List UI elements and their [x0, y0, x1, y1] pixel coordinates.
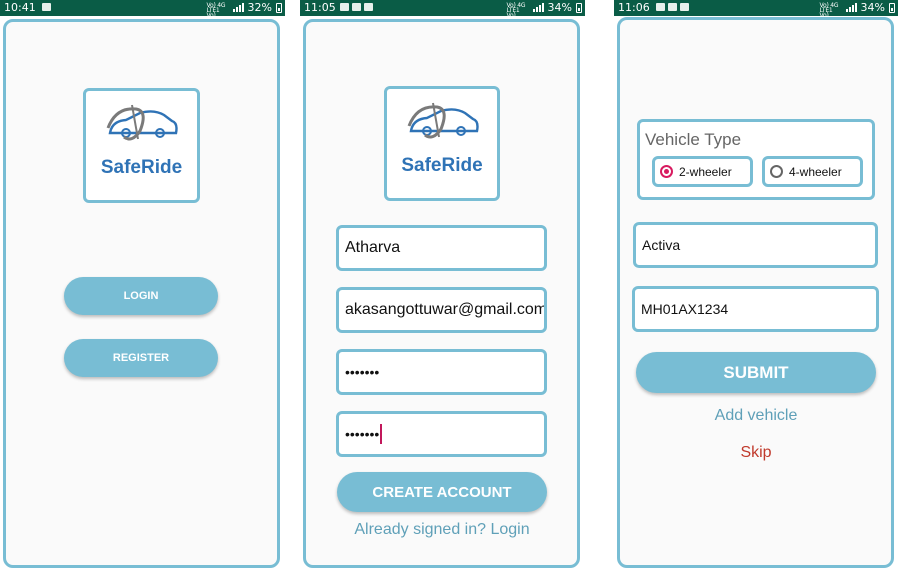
logo: SafeRide — [83, 88, 200, 203]
email-field[interactable]: akasangottuwar@gmail.com — [336, 287, 547, 333]
battery-percent: 34% — [547, 1, 572, 14]
create-account-button[interactable]: CREATE ACCOUNT — [337, 472, 547, 512]
battery-icon — [576, 2, 582, 13]
screen-welcome: 10:41 Vo) 4G LTE1 Vo) LTE2 32% SafeRide … — [0, 0, 285, 570]
status-bar: 11:06 Vo) 4G LTE1 Vo) LTE2 34% — [614, 0, 898, 23]
signal-icon — [532, 3, 544, 12]
brand-name: SafeRide — [100, 157, 183, 178]
status-time: 10:41 — [4, 1, 36, 14]
screen-register: 11:05 Vo) 4G LTE1 Vo) LTE2 34% SafeRide … — [300, 0, 585, 570]
status-right: Vo) 4G LTE1 Vo) LTE2 34% — [506, 1, 582, 23]
name-field[interactable]: Atharva — [336, 225, 547, 271]
radio-unchecked-icon — [770, 165, 783, 178]
vehicle-type-group: Vehicle Type 2-wheeler 4-wheeler — [637, 119, 875, 200]
status-time: 11:05 — [304, 1, 336, 14]
battery-icon — [276, 2, 282, 13]
message-icon — [364, 3, 373, 11]
battery-percent: 32% — [247, 1, 272, 14]
skip-link[interactable]: Skip — [716, 444, 796, 462]
battery-icon — [889, 2, 895, 13]
radio-option-4-wheeler[interactable]: 4-wheeler — [762, 156, 863, 187]
add-vehicle-link[interactable]: Add vehicle — [676, 407, 836, 425]
confirm-password-field[interactable]: ••••••• — [336, 411, 547, 457]
vehicle-type-label: Vehicle Type — [645, 130, 742, 149]
car-with-orbit-icon — [407, 102, 479, 139]
image-icon — [352, 3, 361, 11]
login-link[interactable]: Already signed in? Login — [320, 521, 564, 539]
text-cursor — [380, 424, 383, 444]
radio-option-label: 2-wheeler — [679, 164, 732, 179]
screen-vehicle: 11:06 Vo) 4G LTE1 Vo) LTE2 34% Vehicle T… — [614, 0, 898, 570]
status-bar: 10:41 Vo) 4G LTE1 Vo) LTE2 32% — [0, 0, 285, 23]
notification-icons — [656, 3, 689, 11]
battery-percent: 34% — [860, 1, 885, 14]
message-icon — [656, 3, 665, 11]
image-icon — [668, 3, 677, 11]
submit-button[interactable]: SUBMIT — [636, 352, 876, 393]
notification-icons — [340, 3, 373, 11]
signal-icon — [845, 3, 857, 12]
status-bar: 11:05 Vo) 4G LTE1 Vo) LTE2 34% — [300, 0, 585, 23]
password-field[interactable]: ••••••• — [336, 349, 547, 395]
signal-icon — [232, 3, 244, 12]
radio-option-label: 4-wheeler — [789, 164, 842, 179]
message-icon — [340, 3, 349, 11]
network-indicator: Vo) 4G LTE1 Vo) LTE2 — [506, 1, 526, 23]
login-button[interactable]: LOGIN — [64, 277, 218, 315]
logo: SafeRide — [384, 86, 500, 201]
network-indicator: Vo) 4G LTE1 Vo) LTE2 — [206, 1, 226, 23]
network-indicator: Vo) 4G LTE1 Vo) LTE2 — [819, 1, 839, 23]
register-button[interactable]: REGISTER — [64, 339, 218, 377]
notification-icons — [42, 3, 51, 11]
message-icon — [42, 3, 51, 11]
confirm-password-value: ••••••• — [345, 426, 380, 442]
status-right: Vo) 4G LTE1 Vo) LTE2 32% — [206, 1, 282, 23]
car-with-orbit-icon — [106, 104, 178, 141]
radio-option-2-wheeler[interactable]: 2-wheeler — [652, 156, 753, 187]
message-icon — [680, 3, 689, 11]
vehicle-number-field[interactable]: MH01AX1234 — [632, 286, 879, 332]
status-time: 11:06 — [618, 1, 650, 14]
status-right: Vo) 4G LTE1 Vo) LTE2 34% — [819, 1, 895, 23]
vehicle-name-field[interactable]: Activa — [633, 222, 878, 268]
brand-name: SafeRide — [401, 155, 483, 176]
radio-checked-icon — [660, 165, 673, 178]
